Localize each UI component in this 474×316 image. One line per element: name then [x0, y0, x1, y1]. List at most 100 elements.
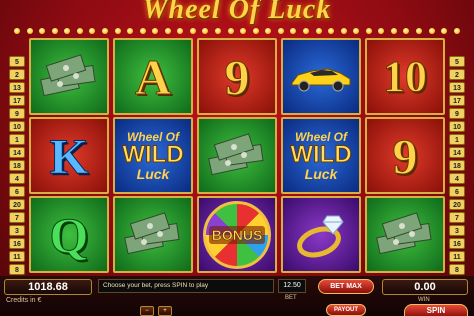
payline-left-20[interactable]: 20 — [9, 199, 25, 210]
payline-right-11[interactable]: 11 — [449, 251, 465, 262]
payline-right-13[interactable]: 13 — [449, 82, 465, 93]
light-bulb-icon — [101, 28, 108, 34]
wild-mid-text: WILD — [290, 140, 352, 168]
win-display: 0.00 — [382, 279, 468, 295]
payline-left-17[interactable]: 17 — [9, 95, 25, 106]
light-bulb-icon — [390, 28, 397, 34]
light-bulb-icon — [14, 28, 20, 34]
light-bulb-icon — [177, 28, 184, 34]
reel-4-row-2-wild: Wheel Of WILD Luck — [281, 117, 361, 194]
payline-indicators-right: 5 2 13 17 9 10 1 14 18 4 6 20 7 3 16 11 8 — [449, 56, 465, 275]
payline-right-17[interactable]: 17 — [449, 95, 465, 106]
light-bulb-icon — [328, 28, 335, 34]
reel-2-row-3-money-stack — [113, 196, 193, 273]
light-bulb-icon — [51, 28, 58, 34]
payline-left-6[interactable]: 6 — [9, 186, 25, 197]
light-bulb-icon — [353, 28, 360, 34]
money-stack-icon — [40, 53, 96, 96]
reel-5-row-1-ten: 10 — [365, 38, 445, 115]
reel-4-row-1-sports-car — [281, 38, 361, 115]
wild-bot-text: Luck — [304, 165, 338, 182]
payline-left-11[interactable]: 11 — [9, 251, 25, 262]
light-bulb-icon — [76, 28, 83, 34]
payline-left-14[interactable]: 14 — [9, 147, 25, 158]
bet-max-button[interactable]: BET MAX — [318, 279, 374, 294]
payline-right-4[interactable]: 4 — [449, 173, 465, 184]
reel-1-row-1-money-stack — [29, 38, 109, 115]
symbol-nine: 9 — [392, 127, 418, 184]
light-bulb-icon — [403, 28, 410, 34]
wild-bot-text: Luck — [136, 165, 170, 182]
payline-left-13[interactable]: 13 — [9, 82, 25, 93]
payline-left-7[interactable]: 7 — [9, 212, 25, 223]
light-bulb-icon — [64, 28, 71, 34]
bet-label: BET — [285, 295, 297, 301]
payline-left-8[interactable]: 8 — [9, 264, 25, 275]
wild-symbol: Wheel Of WILD Luck — [122, 131, 184, 182]
bet-decrease-button[interactable]: − — [140, 306, 154, 316]
light-bulb-icon — [202, 28, 209, 34]
light-bulb-icon — [26, 28, 33, 34]
money-stack-icon — [208, 132, 264, 175]
payline-left-4[interactable]: 4 — [9, 173, 25, 184]
status-message: Choose your bet, press SPIN to play — [98, 279, 274, 293]
light-bulb-icon — [39, 28, 46, 34]
plus-icon: + — [163, 308, 167, 314]
symbol-ten: 10 — [383, 52, 428, 102]
reel-3-row-2-money-stack — [197, 117, 277, 194]
payline-left-1[interactable]: 1 — [9, 134, 25, 145]
sports-car-icon — [291, 67, 351, 91]
light-bulb-icon — [265, 28, 272, 34]
payline-right-6[interactable]: 6 — [449, 186, 465, 197]
top-light-bulbs — [6, 28, 468, 36]
payline-right-3[interactable]: 3 — [449, 225, 465, 236]
payout-button[interactable]: PAYOUT — [326, 304, 366, 316]
bet-adjust-buttons: − + — [140, 306, 172, 316]
payline-left-3[interactable]: 3 — [9, 225, 25, 236]
payline-left-10[interactable]: 10 — [9, 121, 25, 132]
symbol-nine: 9 — [224, 48, 250, 105]
payline-left-18[interactable]: 18 — [9, 160, 25, 171]
bet-display: 12.50 — [278, 279, 306, 293]
light-bulb-icon — [114, 28, 121, 34]
payline-right-9[interactable]: 9 — [449, 108, 465, 119]
credits-label: Credits in € — [6, 297, 42, 304]
light-bulb-icon — [127, 28, 134, 34]
payline-left-2[interactable]: 2 — [9, 69, 25, 80]
payline-right-18[interactable]: 18 — [449, 160, 465, 171]
credits-display: 1018.68 — [4, 279, 92, 295]
light-bulb-icon — [378, 28, 385, 34]
reel-5-row-2-nine: 9 — [365, 117, 445, 194]
light-bulb-icon — [189, 28, 196, 34]
reel-1-row-2-K: K — [29, 117, 109, 194]
reel-3-row-3-bonus: BONUS — [197, 196, 277, 273]
wild-mid-text: WILD — [122, 140, 184, 168]
payline-indicators-left: 5 2 13 17 9 10 1 14 18 4 6 20 7 3 16 11 8 — [9, 56, 25, 275]
light-bulb-icon — [152, 28, 159, 34]
payline-right-7[interactable]: 7 — [449, 212, 465, 223]
payline-right-2[interactable]: 2 — [449, 69, 465, 80]
money-stack-icon — [124, 211, 180, 254]
light-bulb-icon — [428, 28, 435, 34]
payline-right-5[interactable]: 5 — [449, 56, 465, 67]
light-bulb-icon — [139, 28, 146, 34]
payline-left-16[interactable]: 16 — [9, 238, 25, 249]
payline-right-1[interactable]: 1 — [449, 134, 465, 145]
light-bulb-icon — [240, 28, 247, 34]
payline-right-10[interactable]: 10 — [449, 121, 465, 132]
payline-right-14[interactable]: 14 — [449, 147, 465, 158]
payline-left-9[interactable]: 9 — [9, 108, 25, 119]
payline-left-5[interactable]: 5 — [9, 56, 25, 67]
light-bulb-icon — [453, 28, 460, 34]
spin-button[interactable]: SPIN — [404, 304, 468, 316]
wild-symbol: Wheel Of WILD Luck — [290, 131, 352, 182]
reel-grid: A 9 10 K Wheel Of WILD Luck Wheel Of WIL… — [29, 38, 445, 274]
light-bulb-icon — [215, 28, 221, 34]
bonus-text: BONUS — [208, 225, 266, 244]
payline-right-8[interactable]: 8 — [449, 264, 465, 275]
bet-increase-button[interactable]: + — [158, 306, 172, 316]
reel-1-row-3-Q: Q — [29, 196, 109, 273]
game-frame: Wheel Of Luck 5 2 13 17 9 10 1 14 18 4 6 20 7 3 16 11 8 … — [0, 0, 474, 316]
payline-right-20[interactable]: 20 — [449, 199, 465, 210]
payline-right-16[interactable]: 16 — [449, 238, 465, 249]
